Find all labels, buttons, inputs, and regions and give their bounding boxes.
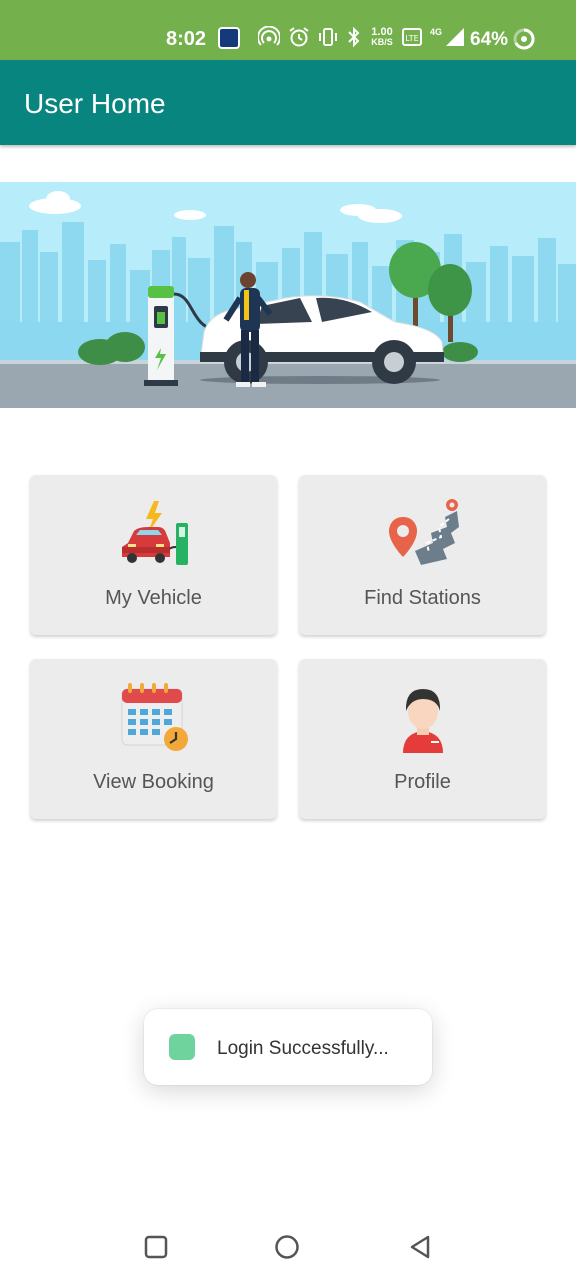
- calendar-clock-icon: [121, 683, 188, 751]
- alarm-icon: [289, 27, 309, 47]
- view-booking-label: View Booking: [93, 771, 214, 793]
- network-speed: 1.00 KB/S: [371, 26, 393, 47]
- app-bar: User Home: [0, 60, 576, 145]
- page-title: User Home: [24, 88, 166, 119]
- ev-charging-banner-image: [0, 182, 576, 408]
- profile-button[interactable]: Profile: [299, 659, 546, 819]
- status-bar: 8:02 1.00 KB/S LTE 4G 64%: [0, 0, 576, 60]
- recent-apps-icon[interactable]: [144, 1232, 168, 1262]
- svg-text:LTE: LTE: [405, 34, 418, 43]
- volte-icon: LTE: [402, 28, 422, 46]
- status-time: 8:02: [166, 28, 207, 50]
- my-vehicle-button[interactable]: My Vehicle: [30, 475, 277, 635]
- find-stations-label: Find Stations: [364, 587, 481, 609]
- profile-label: Profile: [394, 771, 451, 793]
- notification-app-icon: [218, 27, 240, 49]
- hotspot-icon: [258, 26, 280, 46]
- app-icon: [169, 1034, 195, 1060]
- person-avatar-icon: [402, 689, 443, 753]
- ev-car-charging-icon: [121, 501, 188, 565]
- back-icon[interactable]: [408, 1232, 432, 1262]
- toast-message: Login Successfully...: [144, 1009, 432, 1085]
- my-vehicle-label: My Vehicle: [105, 587, 202, 609]
- status-icons: 1.00 KB/S LTE 4G: [258, 26, 466, 48]
- toast-text: Login Successfully...: [217, 1038, 389, 1059]
- bluetooth-icon: [348, 26, 360, 48]
- network-type: 4G: [430, 27, 443, 37]
- signal-icon: [446, 28, 465, 46]
- vibrate-icon: [319, 28, 337, 46]
- battery-icon: [513, 28, 535, 50]
- map-pin-route-icon: [388, 499, 459, 565]
- view-booking-button[interactable]: View Booking: [30, 659, 277, 819]
- system-navigation-bar: [0, 1214, 576, 1280]
- battery-percent: 64%: [470, 29, 509, 50]
- find-stations-button[interactable]: Find Stations: [299, 475, 546, 635]
- home-icon[interactable]: [274, 1232, 300, 1262]
